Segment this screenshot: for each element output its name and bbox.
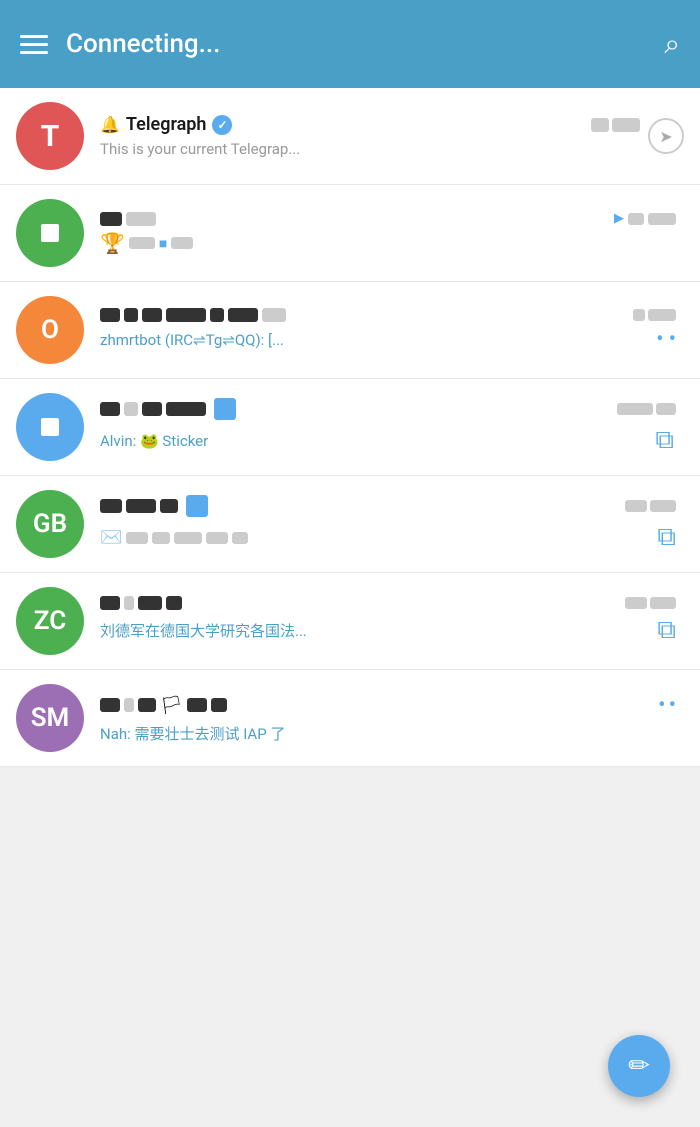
chat-header-4 — [100, 398, 676, 420]
chat-item-6[interactable]: ZC 刘德军在德国大学研究各国法... ⧉ — [0, 573, 700, 670]
avatar-7: SM — [16, 684, 84, 752]
top-bar: Connecting... ⌕ — [0, 0, 700, 88]
chat-meta-4: ⧉ — [655, 425, 676, 456]
search-button[interactable]: ⌕ — [664, 27, 680, 61]
top-bar-left: Connecting... — [20, 29, 220, 59]
chat-content-4: Alvin: 🐸 Sticker ⧉ — [100, 398, 684, 456]
chat-preview-row-5: ✉️ ⧉ — [100, 522, 676, 553]
chat-time-telegraph — [591, 118, 640, 132]
chat-preview-telegraph: This is your current Telegrap... — [100, 140, 300, 158]
avatar-3: O — [16, 296, 84, 364]
chat-time-6 — [625, 597, 676, 609]
chat-name-2 — [100, 212, 156, 226]
verified-badge-telegraph — [212, 115, 232, 135]
chat-item-2[interactable]: ▶ 🏆 ■ — [0, 185, 700, 282]
chat-content-5: ✉️ ⧉ — [100, 495, 684, 553]
chat-content-6: 刘德军在德国大学研究各国法... ⧉ — [100, 596, 684, 646]
chat-preview-5: ✉️ — [100, 527, 657, 548]
chat-preview-6: 刘德军在德国大学研究各国法... — [100, 620, 307, 641]
send-icon-telegraph[interactable]: ➤ — [648, 118, 684, 154]
avatar-telegraph: T — [16, 102, 84, 170]
mute-icon-telegraph: 🔔 — [100, 115, 120, 134]
chat-content-7: 🏳 • • Nah: 需要壮士去测试 IAP 了 — [100, 693, 684, 744]
chat-time-3 — [633, 309, 676, 321]
chat-preview-3: zhmrtbot (IRC⇌Tg⇌QQ): [... — [100, 331, 284, 349]
chat-header-telegraph: 🔔 Telegraph — [100, 114, 640, 135]
chat-meta-3: • • — [656, 327, 676, 352]
chat-preview-7: Nah: 需要壮士去测试 IAP 了 — [100, 723, 285, 744]
chat-preview-row-telegraph: This is your current Telegrap... — [100, 140, 640, 158]
compose-icon: ✏ — [628, 1051, 650, 1081]
chat-list: T 🔔 Telegraph This is your current Teleg… — [0, 88, 700, 767]
chat-item-3[interactable]: O zhmrtbot (IRC⇌Tg⇌QQ): [... — [0, 282, 700, 379]
hamburger-menu-button[interactable] — [20, 35, 48, 54]
avatar-6: ZC — [16, 587, 84, 655]
chat-name-telegraph: Telegraph — [126, 114, 207, 135]
chat-preview-row-3: zhmrtbot (IRC⇌Tg⇌QQ): [... • • — [100, 327, 676, 352]
chat-preview-row-7: Nah: 需要壮士去测试 IAP 了 — [100, 723, 676, 744]
chat-name-6 — [100, 596, 182, 610]
chat-name-5 — [100, 495, 208, 517]
chat-preview-4: Alvin: 🐸 Sticker — [100, 432, 208, 450]
chat-name-3 — [100, 308, 286, 322]
chat-time-2: ▶ — [614, 211, 676, 226]
chat-time-5 — [625, 500, 676, 512]
top-bar-title: Connecting... — [66, 29, 220, 59]
chat-content-telegraph: 🔔 Telegraph This is your current Telegra… — [100, 114, 648, 158]
chat-name-4 — [100, 398, 236, 420]
chat-name-row-telegraph: 🔔 Telegraph — [100, 114, 591, 135]
avatar-2 — [16, 199, 84, 267]
chat-time-4 — [617, 403, 676, 415]
chat-header-7: 🏳 • • — [100, 693, 676, 718]
chat-header-2: ▶ — [100, 211, 676, 226]
chat-content-3: zhmrtbot (IRC⇌Tg⇌QQ): [... • • — [100, 308, 684, 352]
chat-preview-2: 🏆 ■ — [100, 231, 676, 255]
compose-fab-button[interactable]: ✏ — [608, 1035, 670, 1097]
chat-header-5 — [100, 495, 676, 517]
chat-time-7: • • — [658, 693, 676, 718]
chat-item-5[interactable]: GB ✉️ — [0, 476, 700, 573]
avatar-5: GB — [16, 490, 84, 558]
chat-preview-row-4: Alvin: 🐸 Sticker ⧉ — [100, 425, 676, 456]
chat-header-6 — [100, 596, 676, 610]
chat-name-7: 🏳 — [100, 695, 227, 716]
chat-item-7[interactable]: SM 🏳 • • Nah: 需要壮士去测试 IAP 了 — [0, 670, 700, 767]
chat-item-4[interactable]: Alvin: 🐸 Sticker ⧉ — [0, 379, 700, 476]
chat-item-telegraph[interactable]: T 🔔 Telegraph This is your current Teleg… — [0, 88, 700, 185]
chat-content-2: ▶ 🏆 ■ — [100, 211, 684, 255]
chat-preview-row-6: 刘德军在德国大学研究各国法... ⧉ — [100, 615, 676, 646]
avatar-4 — [16, 393, 84, 461]
chat-header-3 — [100, 308, 676, 322]
